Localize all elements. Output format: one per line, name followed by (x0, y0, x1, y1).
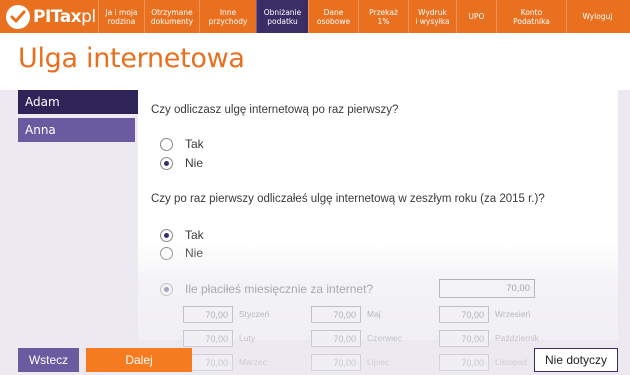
q2-option-tak[interactable]: Tak (160, 228, 204, 242)
month-label-czerwiec: Czerwiec (367, 333, 402, 343)
nav-item-konto-podatnika[interactable]: Konto Podatnika (496, 0, 566, 33)
q1-option-tak[interactable]: Tak (160, 137, 204, 151)
sidebar-item-adam[interactable]: Adam (18, 90, 138, 114)
month-input-lipiec[interactable]: 70,00 (311, 354, 361, 371)
month-input-maj[interactable]: 70,00 (311, 306, 361, 323)
month-label-maj: Maj (367, 309, 381, 319)
q2-option-nie[interactable]: Nie (160, 246, 203, 260)
checkmark-icon (6, 4, 30, 29)
radio-unselected[interactable] (160, 246, 173, 260)
nav-item-ja-i-moja-rodzina[interactable]: Ja i moja rodzina (98, 0, 144, 33)
nav-item-inne-przychody[interactable]: Inne przychody (199, 0, 256, 33)
not-applicable-button[interactable]: Nie dotyczy (534, 348, 618, 372)
month-label-listopad: Listopad (495, 357, 528, 367)
q1-option-nie[interactable]: Nie (160, 156, 203, 170)
option-label: Nie (185, 156, 204, 170)
month-label-wrzesien: Wrzesień (495, 309, 531, 319)
month-label-luty: Luty (239, 333, 256, 343)
month-label-marzec: Marzec (239, 357, 267, 367)
sidebar-item-anna[interactable]: Anna (18, 118, 135, 142)
option-label: Nie (185, 246, 204, 260)
nav-item-dane-osobowe[interactable]: Dane osobowe (308, 0, 358, 33)
month-label-pazdziernik: Październik (495, 333, 539, 343)
logo-text: PITaxpl (33, 6, 96, 27)
nav-item-wyloguj[interactable]: Wyloguj (566, 0, 628, 33)
month-input-czerwiec[interactable]: 70,00 (311, 330, 361, 347)
month-input-luty[interactable]: 70,00 (183, 330, 233, 347)
next-button[interactable]: Dalej (86, 348, 192, 372)
month-input-listopad[interactable]: 70,00 (439, 354, 489, 371)
option-label: Tak (185, 228, 204, 242)
option-label: Tak (185, 137, 204, 151)
option-label: Ile płaciłeś miesięcznie za internet? (185, 282, 374, 296)
month-label-styczen: Styczeń (239, 309, 270, 319)
page-header: Ulga internetowa (0, 33, 630, 90)
monthly-amount-input[interactable]: 70,00 (439, 279, 535, 298)
nav-item-obnizanie-podatku[interactable]: Obniżanie podatku (256, 0, 308, 33)
radio-selected[interactable] (160, 282, 173, 296)
radio-unselected[interactable] (160, 137, 173, 151)
radio-selected[interactable] (160, 228, 173, 242)
question-last-year: Czy po raz pierwszy odliczałeś ulgę inte… (151, 193, 545, 205)
pitax-logo[interactable]: PITaxpl (0, 0, 100, 33)
nav-item-otrzymane-dokumenty[interactable]: Otrzymane dokumenty (144, 0, 199, 33)
month-input-styczen[interactable]: 70,00 (183, 306, 233, 323)
nav-item-upo[interactable]: UPO (456, 0, 496, 33)
top-navigation-bar: PITaxpl Ja i moja rodzina Otrzymane dokume… (0, 0, 630, 33)
back-button[interactable]: Wstecz (18, 348, 79, 372)
question-first-time: Czy odliczasz ulgę internetową po raz pi… (151, 104, 399, 116)
people-sidebar: Adam Anna (18, 90, 138, 146)
radio-selected[interactable] (160, 156, 173, 170)
month-input-wrzesien[interactable]: 70,00 (439, 306, 489, 323)
q3-monthly-amount[interactable]: Ile płaciłeś miesięcznie za internet? (160, 282, 373, 296)
form-panel: Czy odliczasz ulgę internetową po raz pi… (138, 90, 618, 347)
month-input-pazdziernik[interactable]: 70,00 (439, 330, 489, 347)
page-title: Ulga internetowa (18, 43, 245, 74)
nav-item-przekaz-1[interactable]: Przekaż 1% (358, 0, 408, 33)
nav-item-wydruk-i-wysylka[interactable]: Wydruk i wysyłka (408, 0, 456, 33)
month-label-lipiec: Lipiec (367, 357, 390, 367)
main-nav: Ja i moja rodzina Otrzymane dokumenty Inne… (98, 0, 628, 33)
